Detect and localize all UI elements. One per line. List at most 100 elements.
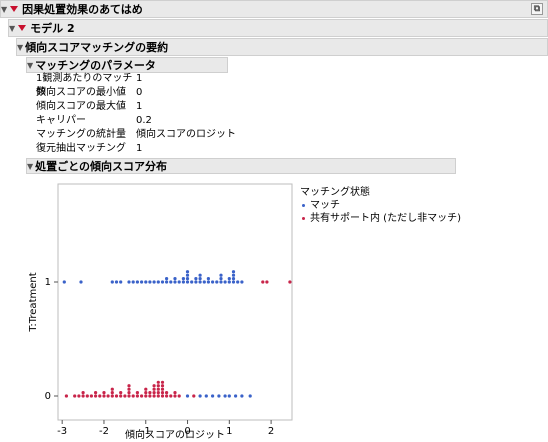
- data-point[interactable]: [206, 280, 210, 284]
- data-point[interactable]: [156, 387, 160, 391]
- data-point[interactable]: [248, 394, 252, 398]
- data-point[interactable]: [119, 394, 123, 398]
- data-point[interactable]: [231, 280, 236, 284]
- collapse-triangle-icon[interactable]: ▼: [1, 5, 7, 14]
- data-point[interactable]: [173, 280, 177, 284]
- data-point[interactable]: [79, 280, 83, 284]
- data-point[interactable]: [160, 380, 165, 384]
- data-point[interactable]: [194, 280, 198, 284]
- data-point[interactable]: [156, 280, 160, 284]
- data-point[interactable]: [156, 391, 160, 395]
- data-point[interactable]: [169, 394, 173, 398]
- data-point[interactable]: [288, 280, 292, 284]
- data-point[interactable]: [156, 380, 160, 384]
- data-point[interactable]: [240, 280, 244, 284]
- collapse-triangle-icon[interactable]: ▼: [9, 24, 15, 33]
- data-point[interactable]: [152, 394, 156, 398]
- data-point[interactable]: [223, 280, 227, 284]
- data-point[interactable]: [181, 277, 185, 281]
- data-point[interactable]: [236, 280, 240, 284]
- data-point[interactable]: [227, 394, 231, 398]
- data-point[interactable]: [227, 280, 231, 284]
- dist-header[interactable]: ▼ 処置ごとの傾向スコア分布: [26, 158, 456, 174]
- data-point[interactable]: [261, 280, 265, 284]
- data-point[interactable]: [160, 280, 165, 284]
- data-point[interactable]: [152, 280, 156, 284]
- data-point[interactable]: [165, 277, 169, 281]
- collapse-triangle-icon[interactable]: ▼: [27, 162, 33, 171]
- data-point[interactable]: [106, 394, 110, 398]
- data-point[interactable]: [81, 394, 85, 398]
- data-point[interactable]: [217, 394, 221, 398]
- data-point[interactable]: [234, 394, 238, 398]
- data-point[interactable]: [198, 273, 202, 277]
- data-point[interactable]: [98, 394, 102, 398]
- data-point[interactable]: [156, 384, 160, 388]
- data-point[interactable]: [64, 394, 68, 398]
- legend-item-unmatched[interactable]: 共有サポート内 (ただし非マッチ): [300, 212, 461, 225]
- data-point[interactable]: [231, 273, 236, 277]
- data-point[interactable]: [165, 394, 169, 398]
- data-point[interactable]: [123, 394, 127, 398]
- data-point[interactable]: [148, 394, 152, 398]
- data-point[interactable]: [81, 391, 85, 395]
- data-point[interactable]: [152, 384, 156, 388]
- data-point[interactable]: [85, 394, 89, 398]
- data-point[interactable]: [110, 387, 114, 391]
- data-point[interactable]: [165, 280, 169, 284]
- data-point[interactable]: [135, 394, 139, 398]
- data-point[interactable]: [231, 270, 236, 274]
- data-point[interactable]: [177, 394, 181, 398]
- data-point[interactable]: [131, 280, 135, 284]
- data-point[interactable]: [89, 394, 93, 398]
- data-point[interactable]: [198, 277, 202, 281]
- data-point[interactable]: [102, 394, 106, 398]
- data-point[interactable]: [127, 280, 131, 284]
- collapse-triangle-icon[interactable]: ▼: [17, 43, 23, 52]
- data-point[interactable]: [181, 280, 185, 284]
- data-point[interactable]: [192, 394, 196, 398]
- data-point[interactable]: [110, 391, 114, 395]
- data-point[interactable]: [144, 391, 148, 395]
- data-point[interactable]: [173, 277, 177, 281]
- data-point[interactable]: [173, 391, 177, 395]
- red-triangle-menu-icon[interactable]: [10, 6, 19, 12]
- data-point[interactable]: [73, 394, 77, 398]
- data-point[interactable]: [127, 387, 131, 391]
- data-point[interactable]: [114, 280, 119, 284]
- data-point[interactable]: [185, 270, 190, 274]
- report-header-root[interactable]: ▼ 因果処置効果のあてはめ ⧉: [0, 0, 548, 18]
- data-point[interactable]: [215, 280, 219, 284]
- data-point[interactable]: [160, 394, 165, 398]
- data-point[interactable]: [148, 280, 152, 284]
- data-point[interactable]: [165, 391, 169, 395]
- data-point[interactable]: [144, 394, 148, 398]
- data-point[interactable]: [202, 280, 206, 284]
- data-point[interactable]: [77, 394, 81, 398]
- data-point[interactable]: [110, 394, 114, 398]
- data-point[interactable]: [135, 280, 139, 284]
- data-point[interactable]: [206, 277, 210, 281]
- data-point[interactable]: [144, 280, 148, 284]
- data-point[interactable]: [198, 394, 202, 398]
- data-point[interactable]: [190, 280, 194, 284]
- data-point[interactable]: [156, 394, 160, 398]
- red-triangle-menu-icon[interactable]: [18, 25, 27, 31]
- data-point[interactable]: [94, 391, 98, 395]
- data-point[interactable]: [119, 280, 123, 284]
- data-point[interactable]: [135, 391, 139, 395]
- data-point[interactable]: [169, 280, 173, 284]
- data-point[interactable]: [94, 394, 98, 398]
- data-point[interactable]: [160, 391, 165, 395]
- data-point[interactable]: [173, 394, 177, 398]
- data-point[interactable]: [127, 391, 131, 395]
- data-point[interactable]: [148, 391, 152, 395]
- data-point[interactable]: [265, 280, 269, 284]
- data-point[interactable]: [198, 280, 202, 284]
- data-point[interactable]: [114, 394, 119, 398]
- collapse-triangle-icon[interactable]: ▼: [27, 61, 33, 70]
- data-point[interactable]: [119, 391, 123, 395]
- data-point[interactable]: [185, 280, 190, 284]
- data-point[interactable]: [219, 280, 223, 284]
- summary-header[interactable]: ▼ 傾向スコアマッチングの要約: [16, 38, 548, 56]
